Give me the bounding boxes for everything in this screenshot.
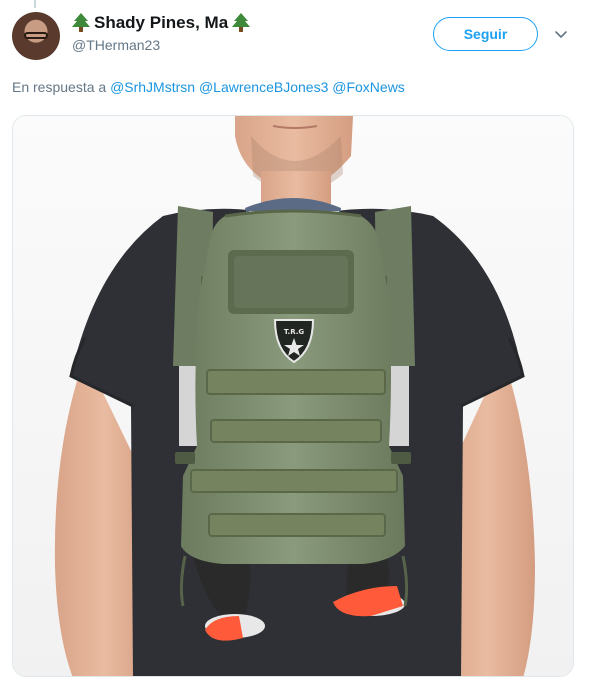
reply-prefix: En respuesta a — [12, 79, 107, 95]
mention-link[interactable]: @FoxNews — [332, 79, 405, 95]
avatar-glasses — [24, 32, 48, 39]
avatar[interactable] — [12, 12, 60, 60]
mention-link[interactable]: @LawrenceBJones3 — [199, 79, 328, 95]
thread-connector-line — [34, 0, 36, 8]
tweet-photo[interactable]: T.R.G — [12, 115, 574, 677]
photo-tactical-baby-carrier: T.R.G — [13, 116, 573, 676]
tree-icon — [72, 13, 90, 33]
user-name-row[interactable]: Shady Pines, Ma — [72, 12, 251, 34]
chevron-down-icon[interactable] — [554, 27, 568, 41]
user-handle[interactable]: @THerman23 — [72, 37, 160, 53]
patch-label: T.R.G — [284, 328, 305, 336]
reply-context: En respuesta a @SrhJMstrsn @LawrenceBJon… — [12, 79, 405, 95]
display-name: Shady Pines, Ma — [94, 13, 229, 32]
tree-icon — [232, 13, 251, 33]
mention-link[interactable]: @SrhJMstrsn — [110, 79, 195, 95]
follow-button[interactable]: Seguir — [433, 17, 538, 51]
